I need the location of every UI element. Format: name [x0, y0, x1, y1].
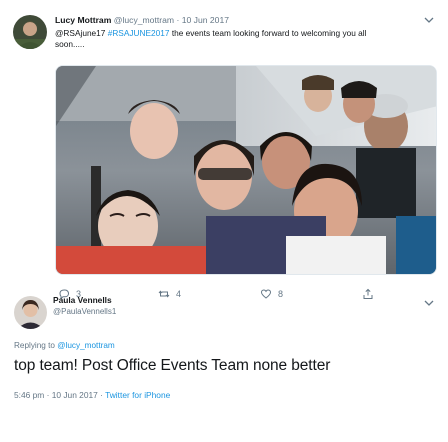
- dot-separator: ·: [176, 15, 180, 25]
- tweet-text: @RSAjune17 #RSAJUNE2017 the events team …: [55, 28, 395, 50]
- reply-author-avatar[interactable]: [14, 296, 47, 329]
- tweet-timestamp[interactable]: 5:46 pm · 10 Jun 2017: [14, 390, 98, 400]
- author-name[interactable]: Lucy Mottram: [55, 15, 111, 25]
- share-action[interactable]: [362, 288, 374, 300]
- chevron-down-icon[interactable]: [424, 16, 434, 24]
- like-count: 8: [278, 289, 284, 299]
- tweet-source-link[interactable]: Twitter for iPhone: [105, 390, 170, 400]
- chevron-down-icon[interactable]: [424, 299, 434, 307]
- replying-to-handle[interactable]: @lucy_mottram: [57, 341, 114, 350]
- avatar-photo-icon: [14, 296, 47, 329]
- mention[interactable]: @RSAjune17: [55, 28, 108, 38]
- group-selfie-image: [56, 66, 436, 274]
- like-action[interactable]: 8: [260, 288, 283, 300]
- retweet-action[interactable]: 4: [158, 288, 181, 300]
- tweet-date[interactable]: 10 Jun 2017: [182, 15, 229, 25]
- retweet-count: 4: [176, 289, 182, 299]
- share-icon: [363, 288, 373, 299]
- avatar-photo-icon: [13, 15, 47, 49]
- tweet-meta: 5:46 pm · 10 Jun 2017 · Twitter for iPho…: [14, 390, 170, 400]
- author-avatar[interactable]: [13, 15, 47, 49]
- reply-tweet-text: top team! Post Office Events Team none b…: [14, 357, 331, 374]
- retweet-icon: [158, 290, 170, 298]
- meta-separator: ·: [97, 390, 106, 400]
- tweet-header: Lucy Mottram @lucy_mottram · 10 Jun 2017: [55, 15, 229, 26]
- heart-icon: [260, 289, 272, 299]
- reply-author-handle[interactable]: @PaulaVennells1: [53, 307, 116, 316]
- replying-to: Replying to @lucy_mottram: [14, 341, 115, 350]
- author-handle[interactable]: @lucy_mottram: [114, 15, 174, 25]
- reply-author-name[interactable]: Paula Vennells: [53, 295, 112, 305]
- hashtag-link[interactable]: #RSAJUNE2017: [108, 28, 170, 38]
- replying-to-label: Replying to: [14, 341, 58, 350]
- tweet-photo[interactable]: [55, 65, 437, 275]
